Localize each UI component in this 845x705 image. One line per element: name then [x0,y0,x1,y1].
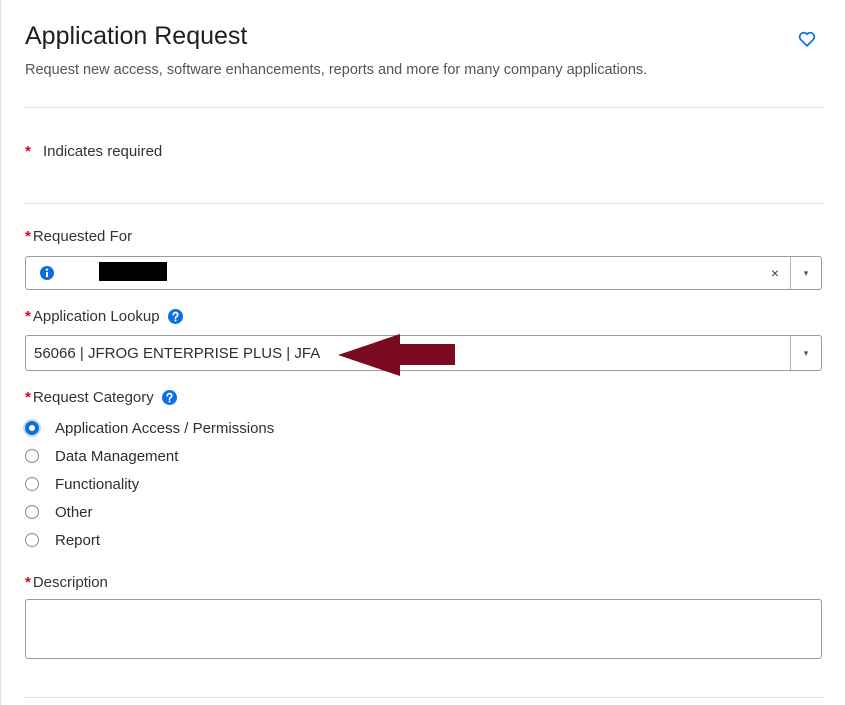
application-lookup-value: 56066 | JFROG ENTERPRISE PLUS | JFA [34,344,321,362]
radio-option-data-management[interactable]: Data Management [25,442,274,470]
annotation-arrow-icon [338,334,455,376]
radio-option-label: Data Management [55,447,179,465]
section-divider [25,203,824,204]
chevron-down-icon[interactable]: ▾ [791,336,821,370]
required-star: * [25,574,31,591]
required-note: * Indicates required [25,143,162,160]
help-icon[interactable] [167,309,183,324]
required-star: * [25,389,31,406]
chevron-down-icon[interactable]: ▾ [791,257,821,289]
application-lookup-label-text: Application Lookup [32,308,160,325]
radio-option-report[interactable]: Report [25,526,274,554]
application-lookup-label: * Application Lookup [25,308,183,325]
request-category-label: * Request Category [25,389,177,406]
help-icon[interactable] [161,390,177,405]
description-label: * Description [25,574,108,591]
footer-divider [25,697,824,698]
heart-outline-icon [798,31,816,47]
radio-option-other[interactable]: Other [25,498,274,526]
required-star: * [25,228,31,245]
page-subtitle: Request new access, software enhancement… [25,62,648,78]
radio-button[interactable] [25,449,39,463]
requested-for-label: * Requested For [25,228,132,245]
description-label-text: Description [32,574,108,591]
redacted-name-block [99,262,167,281]
request-category-radio-group: Application Access / Permissions Data Ma… [25,414,274,554]
requested-for-label-text: Requested For [32,228,133,245]
request-category-label-text: Request Category [32,389,154,406]
radio-button[interactable] [25,421,39,435]
radio-option-label: Application Access / Permissions [55,419,275,437]
radio-option-application-access[interactable]: Application Access / Permissions [25,414,274,442]
required-star: * [25,143,31,160]
requested-for-select[interactable]: × ▾ [25,256,822,290]
radio-option-label: Other [55,503,93,521]
radio-button[interactable] [25,505,39,519]
radio-button[interactable] [25,533,39,547]
page-left-border [0,0,1,705]
required-note-text: Indicates required [43,143,163,160]
radio-option-functionality[interactable]: Functionality [25,470,274,498]
page-title: Application Request [25,22,248,50]
radio-option-label: Functionality [55,475,140,493]
header-divider [25,107,824,108]
required-star: * [25,308,31,325]
description-textarea[interactable] [25,599,822,659]
info-icon[interactable] [40,257,54,289]
favorite-button[interactable] [796,29,818,49]
radio-button[interactable] [25,477,39,491]
radio-option-label: Report [55,531,101,549]
clear-icon[interactable]: × [771,257,779,289]
